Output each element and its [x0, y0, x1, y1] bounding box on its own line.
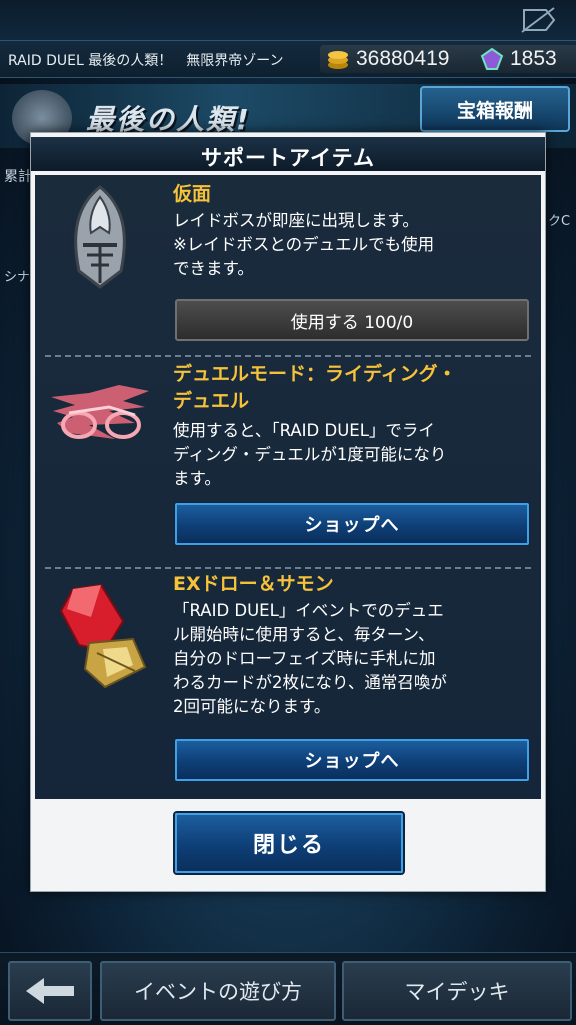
- my-deck-button[interactable]: マイデッキ: [342, 961, 572, 1021]
- item-description: 使用すると、「RAID DUEL」でライ ディング・デュエルが1度可能になり ま…: [173, 421, 447, 488]
- shop-button[interactable]: ショップへ: [175, 503, 529, 545]
- treasure-reward-button[interactable]: 宝箱報酬: [420, 86, 570, 132]
- divider: [45, 355, 531, 357]
- gem-count: 1853: [510, 47, 557, 70]
- gem-icon: [480, 48, 504, 70]
- shop-button[interactable]: ショップへ: [175, 739, 529, 781]
- item-name: EXドロー＆サモン: [173, 573, 334, 595]
- side-label-scenario: シナ: [4, 270, 31, 285]
- crystal-icon: [59, 583, 147, 689]
- top-header: RAID DUEL 最後の人類！ 無限界帝ゾーン 36880419 1853: [0, 40, 576, 78]
- event-title: RAID DUEL 最後の人類！ 無限界帝ゾーン: [8, 53, 284, 69]
- status-bar: [0, 0, 576, 40]
- duel-runner-icon: [51, 385, 149, 439]
- list-item-mask: 仮面 レイドボスが即座に出現します。 ※レイドボスとのデュエルでも使用 できます…: [35, 175, 541, 351]
- arrow-left-icon: [26, 978, 74, 1004]
- close-button[interactable]: 閉じる: [175, 813, 403, 873]
- back-button[interactable]: [8, 961, 92, 1021]
- side-label-cumulative: 累計: [4, 169, 32, 185]
- list-item-ex-draw-summon: EXドロー＆サモン 「RAID DUEL」イベントでのデュエ ル開始時に使用する…: [35, 571, 541, 797]
- item-list: 仮面 レイドボスが即座に出現します。 ※レイドボスとのデュエルでも使用 できます…: [35, 175, 541, 799]
- mute-icon[interactable]: [518, 6, 558, 34]
- how-to-play-button[interactable]: イベントの遊び方: [100, 961, 336, 1021]
- dialog-header: サポートアイテム: [31, 137, 545, 171]
- support-item-dialog: サポートアイテム 仮面 レイドボスが即座に出現します。 ※レイドボスとのデュエル…: [30, 132, 546, 892]
- coin-icon: [328, 51, 348, 69]
- divider: [45, 567, 531, 569]
- item-description: 「RAID DUEL」イベントでのデュエ ル開始時に使用すると、毎ターン、 自分…: [173, 601, 447, 716]
- use-item-button[interactable]: 使用する 100/0: [175, 299, 529, 341]
- item-name: デュエルモード：ライディング・ デュエル: [173, 363, 457, 412]
- mask-icon: [74, 185, 126, 289]
- dialog-title: サポートアイテム: [201, 146, 375, 170]
- item-description: レイドボスが即座に出現します。 ※レイドボスとのデュエルでも使用 できます。: [173, 211, 435, 278]
- coin-count: 36880419: [356, 47, 450, 70]
- side-label-rank: クC: [548, 214, 571, 229]
- bottom-nav: イベントの遊び方 マイデッキ: [0, 952, 576, 1025]
- coin-counter: 36880419: [320, 45, 482, 73]
- list-item-riding-duel: デュエルモード：ライディング・ デュエル 使用すると、「RAID DUEL」でラ…: [35, 359, 541, 559]
- item-name: 仮面: [173, 183, 212, 205]
- gem-counter: 1853: [474, 45, 576, 73]
